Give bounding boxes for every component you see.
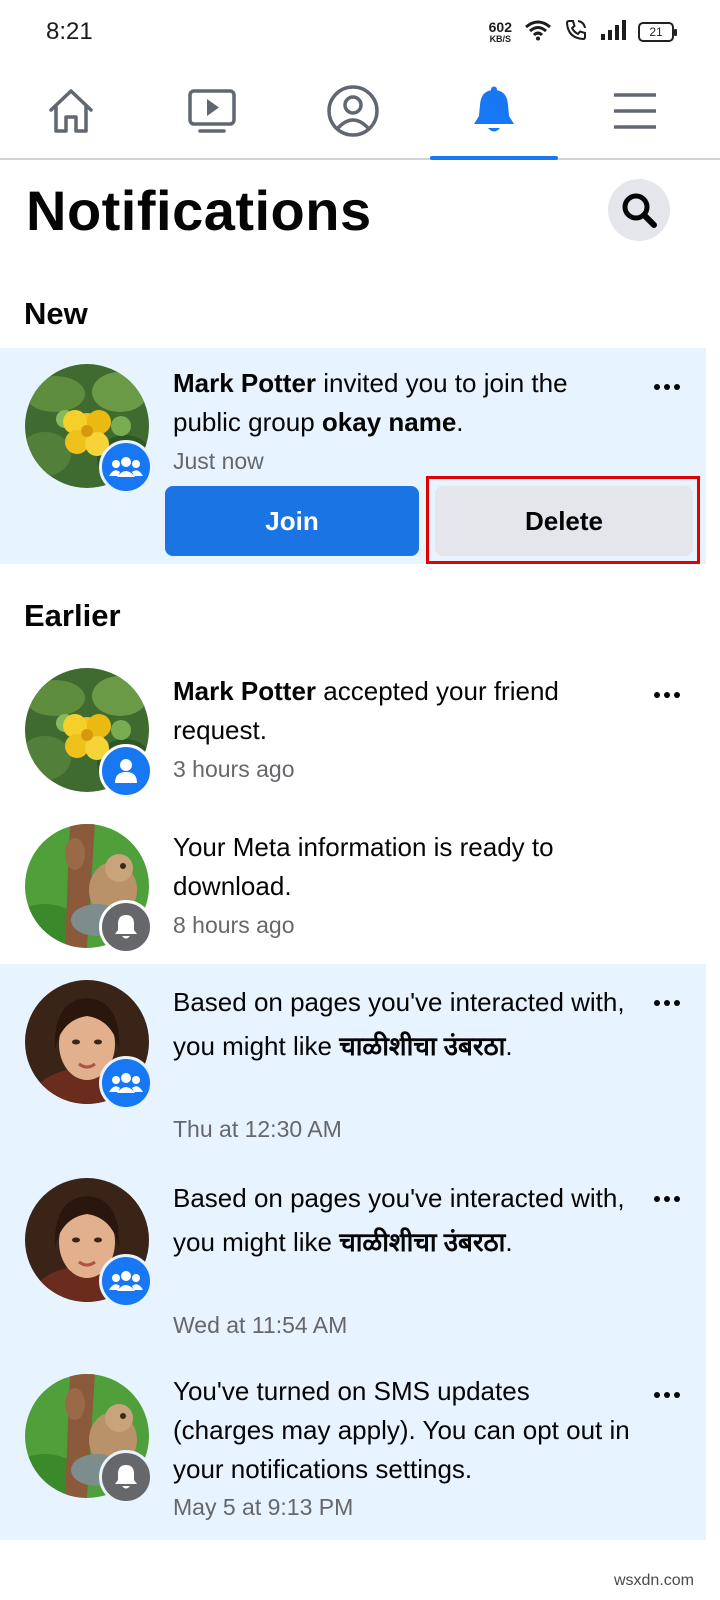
notification-actor: Mark Potter [173,676,317,706]
notification-avatar-wrap [25,1178,153,1308]
notification-time: Just now [173,448,264,474]
notification-avatar-wrap [25,824,153,954]
menu-icon [614,93,656,129]
badge-group [99,1056,153,1110]
video-icon [188,89,236,133]
group-icon [109,1073,143,1093]
notification-avatar-wrap [25,668,153,798]
search-icon [622,193,657,228]
nav-notifications[interactable] [428,64,560,160]
notification-text: Mark Potter invited you to join the publ… [173,364,633,442]
status-bar: 8:21 602 KB/S 21 [0,0,720,64]
more-options-button[interactable] [646,1380,688,1410]
notification-meta-info[interactable]: Your Meta information is ready to downlo… [0,808,706,964]
notification-friend-accepted[interactable]: Mark Potter accepted your friend request… [0,652,706,808]
notification-text: Based on pages you've interacted with, y… [173,980,633,1068]
person-icon [115,759,137,783]
badge-person [99,744,153,798]
watermark: wsxdn.com [613,1572,694,1589]
notification-avatar-wrap [25,980,153,1110]
home-icon [49,89,93,133]
notification-text: Based on pages you've interacted with, y… [173,1176,633,1264]
more-options-button[interactable] [646,1184,688,1214]
notification-group-invite[interactable]: Mark Potter invited you to join the publ… [0,348,706,564]
notification-message-end: . [505,1227,513,1257]
notification-message-end: . [456,407,464,437]
nav-home[interactable] [5,64,137,158]
delete-button[interactable]: Delete [435,486,693,556]
page-title: Notifications [26,179,372,242]
notification-page-suggestion[interactable]: Based on pages you've interacted with, y… [0,1160,706,1356]
section-heading-earlier: Earlier [24,598,121,633]
search-button[interactable] [608,179,670,241]
battery-icon: 21 [638,22,677,42]
nav-watch[interactable] [146,64,278,158]
network-speed: 602 KB/S [489,20,512,44]
notification-avatar-wrap [25,364,153,494]
notification-actor: Mark Potter [173,368,317,398]
more-options-button[interactable] [646,372,688,402]
section-heading-new: New [24,296,88,331]
top-nav-bar [0,64,720,160]
notification-time: 8 hours ago [173,912,295,938]
bell-icon [115,915,137,939]
status-time: 8:21 [46,18,93,45]
nav-profile[interactable] [287,64,419,158]
group-icon [109,457,143,477]
signal-icon [600,19,626,46]
more-options-button[interactable] [646,988,688,1018]
notification-page-name: चाळीशीचा उंबरठा [339,1227,506,1257]
notification-sms-updates[interactable]: You've turned on SMS updates (charges ma… [0,1356,706,1540]
notification-page-name: चाळीशीचा उंबरठा [339,1031,506,1061]
wifi-calling-icon [564,18,588,47]
notification-message-end: . [505,1031,513,1061]
badge-group [99,1254,153,1308]
notification-time: Wed at 11:54 AM [173,1312,348,1338]
badge-bell [99,900,153,954]
group-icon [109,1271,143,1291]
nav-menu[interactable] [569,64,701,158]
network-speed-unit: KB/S [489,34,512,44]
notification-group-name: okay name [321,407,457,437]
status-icons: 602 KB/S 21 [489,16,677,48]
join-button[interactable]: Join [165,486,419,556]
bell-icon [115,1465,137,1489]
notification-page-suggestion[interactable]: Based on pages you've interacted with, y… [0,964,706,1160]
notification-text: Your Meta information is ready to downlo… [173,832,554,901]
notification-time: 3 hours ago [173,756,295,782]
notification-text: Mark Potter accepted your friend request… [173,672,633,750]
more-options-button[interactable] [646,680,688,710]
badge-bell [99,1450,153,1504]
notification-time: May 5 at 9:13 PM [173,1494,354,1520]
notification-time: Thu at 12:30 AM [173,1116,342,1142]
bell-icon [474,86,514,132]
wifi-icon [524,19,552,46]
notification-avatar-wrap [25,1374,153,1504]
network-speed-value: 602 [488,19,512,35]
badge-group [99,440,153,494]
notification-text: You've turned on SMS updates (charges ma… [173,1376,630,1484]
profile-icon [327,85,379,137]
